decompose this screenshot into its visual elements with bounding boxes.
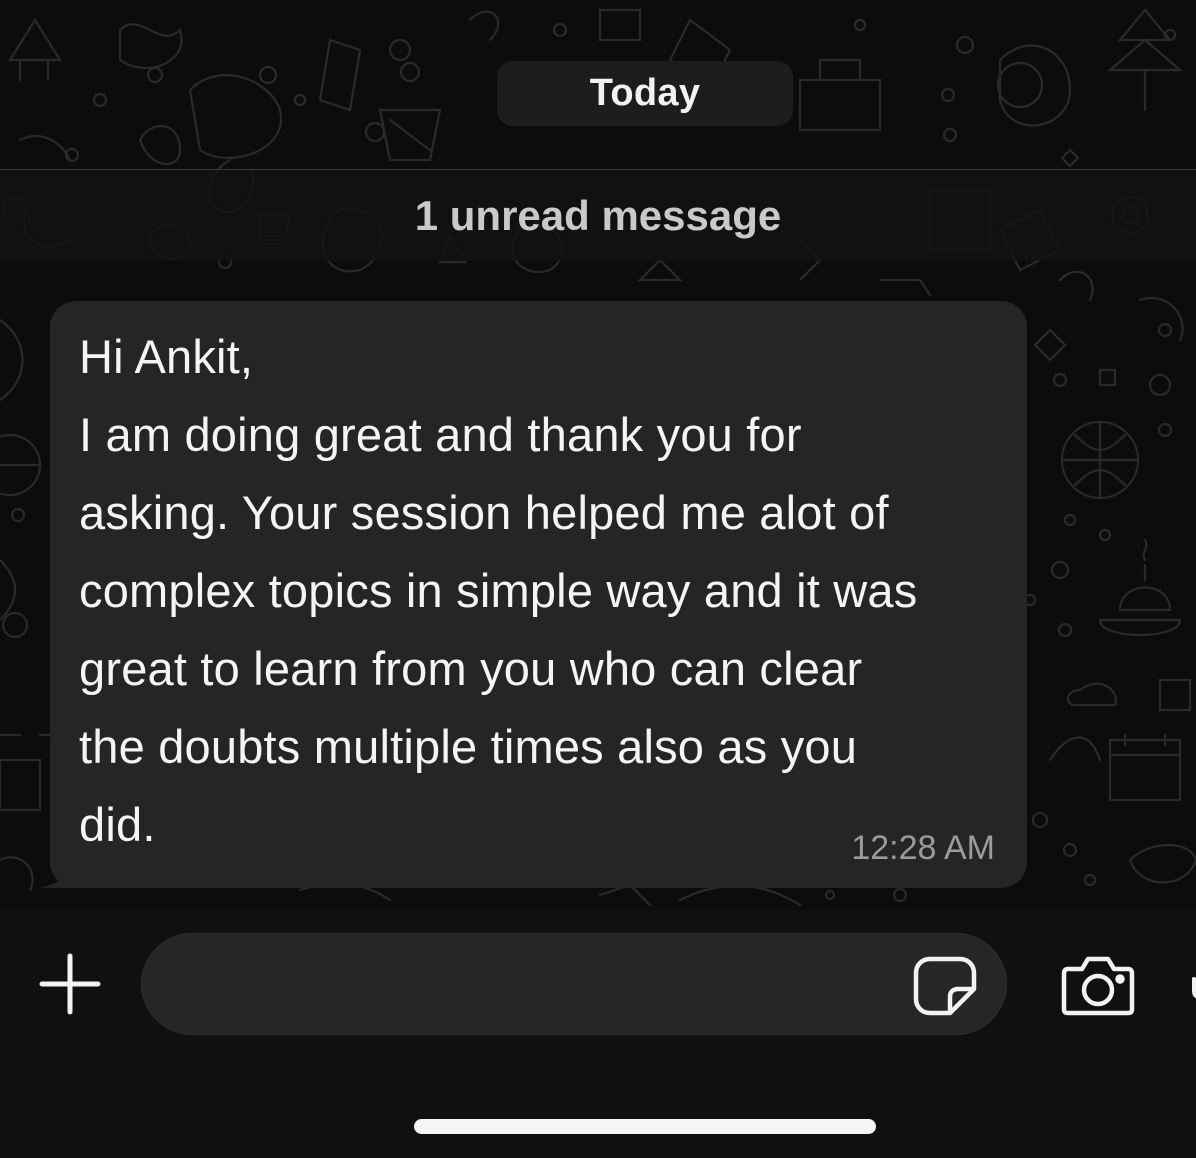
message-input-field[interactable]	[141, 933, 1007, 1035]
unread-banner: 1 unread message	[0, 169, 1196, 261]
home-indicator[interactable]	[414, 1119, 876, 1134]
message-text: Hi Ankit, I am doing great and thank you…	[79, 330, 918, 851]
chat-area[interactable]: Today 1 unread message Hi Ankit, I am do…	[0, 0, 1196, 910]
message-input[interactable]	[176, 956, 896, 1014]
plus-icon[interactable]	[36, 950, 104, 1018]
sticker-icon[interactable]	[912, 955, 978, 1017]
date-separator: Today	[497, 61, 793, 126]
message-bubble-incoming[interactable]: Hi Ankit, I am doing great and thank you…	[50, 301, 1027, 888]
unread-label: 1 unread message	[414, 191, 782, 239]
camera-icon[interactable]	[1060, 955, 1136, 1017]
message-timestamp: 12:28 AM	[851, 829, 995, 867]
chat-screen: Today 1 unread message Hi Ankit, I am do…	[0, 0, 1196, 1158]
microphone-icon[interactable]	[1186, 975, 1196, 1001]
date-label: Today	[589, 72, 701, 114]
